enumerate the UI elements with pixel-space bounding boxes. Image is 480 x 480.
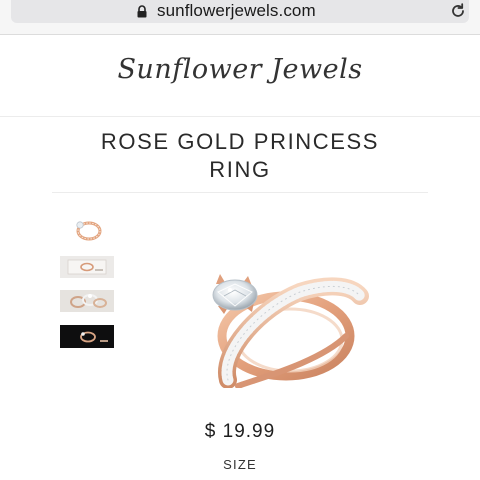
site-header: Sunflower Jewels bbox=[0, 34, 480, 117]
browser-chrome: sunflowerjewels.com bbox=[0, 0, 480, 35]
url-text[interactable]: sunflowerjewels.com bbox=[157, 1, 316, 21]
thumbnail-ring-stack[interactable] bbox=[60, 290, 114, 312]
size-label: SIZE bbox=[223, 457, 257, 472]
thumbnail-ring-box[interactable] bbox=[60, 256, 114, 278]
divider bbox=[52, 192, 428, 193]
reload-icon[interactable] bbox=[450, 3, 466, 19]
product-main-image[interactable] bbox=[190, 262, 370, 388]
address-bar[interactable]: sunflowerjewels.com bbox=[11, 0, 469, 23]
site-logo[interactable]: Sunflower Jewels bbox=[0, 54, 480, 85]
product-title-line-1: ROSE GOLD PRINCESS bbox=[100, 129, 380, 154]
thumbnail-ring-closeup[interactable] bbox=[60, 214, 114, 244]
product-title-line-2: RING bbox=[209, 157, 271, 182]
product-price: $ 19.99 bbox=[204, 421, 276, 442]
thumbnail-ring-dark[interactable] bbox=[60, 325, 114, 348]
lock-icon bbox=[137, 5, 147, 18]
page: sunflowerjewels.com Sunflower Jewels ROS… bbox=[0, 0, 480, 480]
product-title: ROSE GOLD PRINCESS RING bbox=[60, 128, 420, 184]
